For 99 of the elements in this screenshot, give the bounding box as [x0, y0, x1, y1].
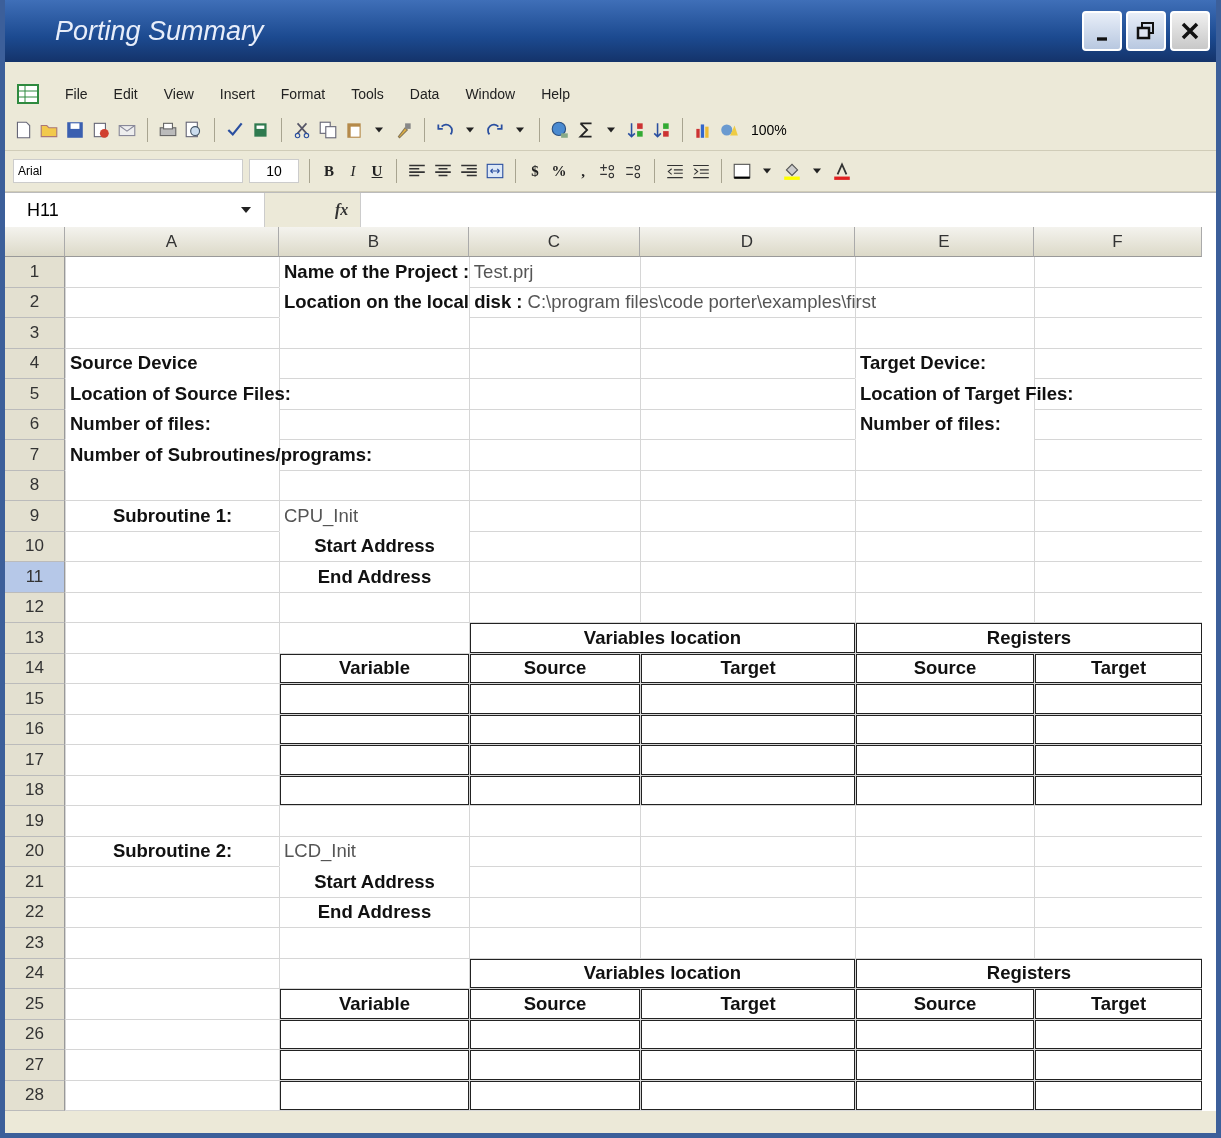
- column-header[interactable]: C: [469, 227, 640, 257]
- window-title: Porting Summary: [55, 15, 264, 47]
- menu-item[interactable]: Help: [541, 86, 570, 102]
- menu-item[interactable]: Insert: [219, 86, 255, 102]
- row-header[interactable]: 12: [5, 592, 65, 623]
- row-header[interactable]: 24: [5, 958, 65, 989]
- close-icon: [1179, 20, 1201, 42]
- sort-descending-icon: [652, 120, 672, 140]
- font-name-field[interactable]: Arial: [13, 159, 243, 183]
- font-color-button[interactable]: [832, 160, 852, 182]
- globe-link-icon: [550, 120, 570, 140]
- row-header[interactable]: 23: [5, 928, 65, 959]
- row-header[interactable]: 4: [5, 348, 65, 379]
- row-header[interactable]: 14: [5, 653, 65, 684]
- menu-item[interactable]: View: [163, 86, 194, 102]
- format-button[interactable]: $: [526, 160, 544, 182]
- zoom-field[interactable]: 100%: [751, 122, 787, 138]
- minimize-button[interactable]: [1082, 11, 1122, 51]
- row-header[interactable]: 9: [5, 501, 65, 532]
- row-header[interactable]: 28: [5, 1080, 65, 1111]
- menu-item[interactable]: Data: [409, 86, 440, 102]
- row-header[interactable]: 17: [5, 745, 65, 776]
- table-cell: Start Address: [279, 531, 469, 562]
- table-cell: Variables location: [469, 958, 855, 989]
- select-all-corner[interactable]: [5, 227, 65, 257]
- table-cell: Source: [855, 989, 1034, 1020]
- table-cell: Variables location: [469, 623, 855, 654]
- table-cell: Registers: [855, 623, 1202, 654]
- floppy-disk-button[interactable]: [65, 119, 85, 141]
- merge-cells-icon: [485, 161, 505, 181]
- table-cell: Source: [855, 653, 1034, 684]
- row-header[interactable]: 8: [5, 470, 65, 501]
- table-cell: Source: [469, 653, 640, 684]
- column-header[interactable]: B: [279, 227, 469, 257]
- row-header[interactable]: 25: [5, 989, 65, 1020]
- row-header[interactable]: 26: [5, 1019, 65, 1050]
- table-cell: Target: [1034, 989, 1202, 1020]
- table-cell: End Address: [279, 897, 469, 928]
- table-cell: Variable: [279, 989, 469, 1020]
- column-header[interactable]: E: [855, 227, 1034, 257]
- row-header[interactable]: 2: [5, 287, 65, 318]
- row-header[interactable]: 3: [5, 318, 65, 349]
- name-box[interactable]: H11: [5, 193, 265, 227]
- table-cell: Source: [469, 989, 640, 1020]
- row-header[interactable]: 7: [5, 440, 65, 471]
- table-cell: Subroutine 2:: [65, 836, 279, 867]
- menu-item[interactable]: Window: [465, 86, 516, 102]
- table-cell: Start Address: [279, 867, 469, 898]
- font-size-field[interactable]: 10: [249, 159, 299, 183]
- restore-icon: [1135, 20, 1157, 42]
- underline-button[interactable]: U: [368, 160, 386, 182]
- sort-ascending-icon: [626, 120, 646, 140]
- clipboard-icon: [344, 120, 364, 140]
- restore-button[interactable]: [1126, 11, 1166, 51]
- table-cell: Target: [1034, 653, 1202, 684]
- row-header[interactable]: 13: [5, 623, 65, 654]
- row-header[interactable]: 5: [5, 379, 65, 410]
- bold-button[interactable]: B: [320, 160, 338, 182]
- row-header[interactable]: 1: [5, 257, 65, 288]
- copy-button[interactable]: [318, 119, 338, 141]
- column-header[interactable]: F: [1034, 227, 1202, 257]
- paint-bucket-icon: [782, 161, 802, 181]
- table-cell: Target: [640, 653, 855, 684]
- menu-item[interactable]: File: [65, 86, 88, 102]
- row-header[interactable]: 21: [5, 867, 65, 898]
- format-button[interactable]: ,: [574, 160, 592, 182]
- font-color-icon: [832, 161, 852, 181]
- row-header[interactable]: 11: [5, 562, 65, 593]
- row-header[interactable]: 20: [5, 836, 65, 867]
- menu-item[interactable]: Format: [280, 86, 326, 102]
- borders-icon: [732, 161, 752, 181]
- row-header[interactable]: 19: [5, 806, 65, 837]
- table-cell: Target: [640, 989, 855, 1020]
- italic-button[interactable]: I: [344, 160, 362, 182]
- row-header[interactable]: 18: [5, 775, 65, 806]
- table-cell: End Address: [279, 562, 469, 593]
- close-button[interactable]: [1170, 11, 1210, 51]
- insert-function-button[interactable]: fx: [335, 201, 349, 219]
- menu-item[interactable]: Tools: [351, 86, 384, 102]
- globe-link-button[interactable]: [550, 119, 570, 141]
- format-button[interactable]: %: [550, 160, 568, 182]
- row-header[interactable]: 27: [5, 1050, 65, 1081]
- table-cell: Registers: [855, 958, 1202, 989]
- column-header[interactable]: D: [640, 227, 855, 257]
- document-lock-icon: [91, 120, 111, 140]
- row-header[interactable]: 15: [5, 684, 65, 715]
- table-cell: Subroutine 1:: [65, 501, 279, 532]
- scissors-icon: [292, 120, 312, 140]
- table-cell: Variable: [279, 653, 469, 684]
- menu-item[interactable]: Edit: [113, 86, 138, 102]
- row-header[interactable]: 10: [5, 531, 65, 562]
- copy-icon: [318, 120, 338, 140]
- minimize-icon: [1097, 37, 1107, 41]
- row-header[interactable]: 16: [5, 714, 65, 745]
- row-header[interactable]: 22: [5, 897, 65, 928]
- formula-input[interactable]: [360, 193, 1216, 227]
- row-header[interactable]: 6: [5, 409, 65, 440]
- spreadsheet-icon[interactable]: [17, 84, 39, 104]
- column-header[interactable]: A: [65, 227, 279, 257]
